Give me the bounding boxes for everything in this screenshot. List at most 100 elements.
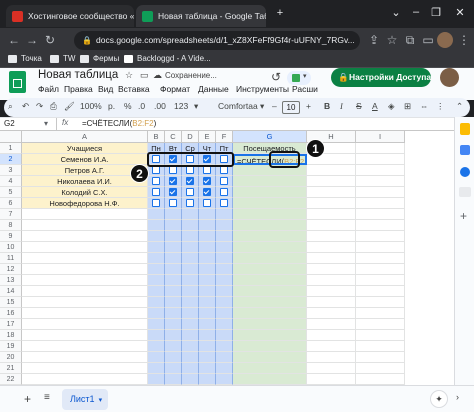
tab-search-icon[interactable]: ⌄: [386, 6, 406, 19]
row-header[interactable]: 22: [0, 374, 22, 385]
cell-E16[interactable]: [199, 308, 216, 319]
side-panel-icon[interactable]: ▭: [420, 33, 436, 47]
cell-A7[interactable]: [22, 209, 148, 220]
cell-A10[interactable]: [22, 242, 148, 253]
cell-D14[interactable]: [182, 286, 199, 297]
cell-I21[interactable]: [356, 363, 405, 374]
menu-edit[interactable]: Правка: [64, 84, 93, 94]
select-all-corner[interactable]: [0, 131, 22, 143]
cell-F5[interactable]: [216, 187, 233, 198]
keep-icon[interactable]: [460, 123, 470, 135]
menu-view[interactable]: Вид: [98, 84, 113, 94]
row-header[interactable]: 5: [0, 187, 22, 198]
cell-G12[interactable]: [233, 264, 307, 275]
cell-A5[interactable]: Колодий С.Х.: [22, 187, 148, 198]
column-header-C[interactable]: C: [165, 131, 182, 143]
cell-G21[interactable]: [233, 363, 307, 374]
cell-B4[interactable]: [148, 176, 165, 187]
attendance-checkbox[interactable]: [202, 199, 211, 207]
cell-I1[interactable]: [356, 143, 405, 154]
cell-H15[interactable]: [307, 297, 356, 308]
add-on-plus-icon[interactable]: +: [460, 209, 467, 223]
cell-H8[interactable]: [307, 220, 356, 231]
cell-H9[interactable]: [307, 231, 356, 242]
cell-B22[interactable]: [148, 374, 165, 385]
cell-C15[interactable]: [165, 297, 182, 308]
zoom-select[interactable]: 100%: [80, 101, 102, 111]
cell-F15[interactable]: [216, 297, 233, 308]
cell-C9[interactable]: [165, 231, 182, 242]
attendance-checkbox[interactable]: [202, 166, 211, 174]
new-tab-button[interactable]: +: [270, 7, 290, 19]
merge-cells-icon[interactable]: ⇔: [420, 101, 429, 111]
row-header[interactable]: 21: [0, 363, 22, 374]
browser-tab-hosting[interactable]: Хостинговое сообщество «Tim ✕: [6, 5, 134, 27]
cell-I22[interactable]: [356, 374, 405, 385]
cell-F12[interactable]: [216, 264, 233, 275]
number-format-button[interactable]: 123: [174, 101, 188, 111]
reload-icon[interactable]: ↻: [42, 33, 58, 47]
row-header[interactable]: 18: [0, 330, 22, 341]
share-button[interactable]: 🔒 Настройки Доступа: [331, 68, 431, 87]
format-percent-button[interactable]: %: [124, 101, 132, 111]
cell-H22[interactable]: [307, 374, 356, 385]
sheets-logo-icon[interactable]: [9, 71, 26, 93]
cell-G20[interactable]: [233, 352, 307, 363]
cell-E19[interactable]: [199, 341, 216, 352]
cell-A13[interactable]: [22, 275, 148, 286]
sheet-tab-list1[interactable]: Лист1 ▾: [62, 389, 108, 410]
row-header[interactable]: 20: [0, 352, 22, 363]
menu-extensions[interactable]: Расши: [292, 84, 318, 94]
cell-D7[interactable]: [182, 209, 199, 220]
cell-F21[interactable]: [216, 363, 233, 374]
cell-E7[interactable]: [199, 209, 216, 220]
cell-A18[interactable]: [22, 330, 148, 341]
cell-B13[interactable]: [148, 275, 165, 286]
cell-E15[interactable]: [199, 297, 216, 308]
column-header-I[interactable]: I: [356, 131, 405, 143]
row-header[interactable]: 9: [0, 231, 22, 242]
column-header-G[interactable]: G: [233, 131, 307, 143]
cell-G7[interactable]: [233, 209, 307, 220]
row-header[interactable]: 1: [0, 143, 22, 154]
cell-H12[interactable]: [307, 264, 356, 275]
cell-B18[interactable]: [148, 330, 165, 341]
cell-E4[interactable]: [199, 176, 216, 187]
cell-A12[interactable]: [22, 264, 148, 275]
cell-D9[interactable]: [182, 231, 199, 242]
font-select-chevron-icon[interactable]: ▾: [260, 101, 264, 112]
cell-H19[interactable]: [307, 341, 356, 352]
cell-A17[interactable]: [22, 319, 148, 330]
add-sheet-button[interactable]: +: [24, 392, 31, 406]
attendance-checkbox[interactable]: [168, 199, 177, 207]
row-header[interactable]: 12: [0, 264, 22, 275]
cell-I12[interactable]: [356, 264, 405, 275]
cell-H5[interactable]: [307, 187, 356, 198]
cell-A2[interactable]: Семенов И.А.: [22, 154, 148, 165]
font-select[interactable]: Comfortaa: [218, 101, 258, 111]
cell-B17[interactable]: [148, 319, 165, 330]
cell-B21[interactable]: [148, 363, 165, 374]
attendance-checkbox[interactable]: [219, 188, 228, 196]
row-header[interactable]: 3: [0, 165, 22, 176]
cell-I3[interactable]: [356, 165, 405, 176]
minimize-icon[interactable]: –: [406, 6, 426, 18]
share-page-icon[interactable]: ⇪: [366, 33, 382, 47]
cell-B10[interactable]: [148, 242, 165, 253]
cell-I4[interactable]: [356, 176, 405, 187]
cell-I14[interactable]: [356, 286, 405, 297]
cell-E12[interactable]: [199, 264, 216, 275]
collapse-menus-icon[interactable]: ⌃: [456, 101, 463, 112]
row-header[interactable]: 16: [0, 308, 22, 319]
doc-title[interactable]: Новая таблица: [38, 69, 118, 81]
cell-E17[interactable]: [199, 319, 216, 330]
cell-B15[interactable]: [148, 297, 165, 308]
cell-I17[interactable]: [356, 319, 405, 330]
column-header-D[interactable]: D: [182, 131, 199, 143]
show-side-panel-icon[interactable]: ›: [456, 392, 459, 402]
cell-E13[interactable]: [199, 275, 216, 286]
cell-C18[interactable]: [165, 330, 182, 341]
cell-C12[interactable]: [165, 264, 182, 275]
row-header[interactable]: 15: [0, 297, 22, 308]
cell-I9[interactable]: [356, 231, 405, 242]
